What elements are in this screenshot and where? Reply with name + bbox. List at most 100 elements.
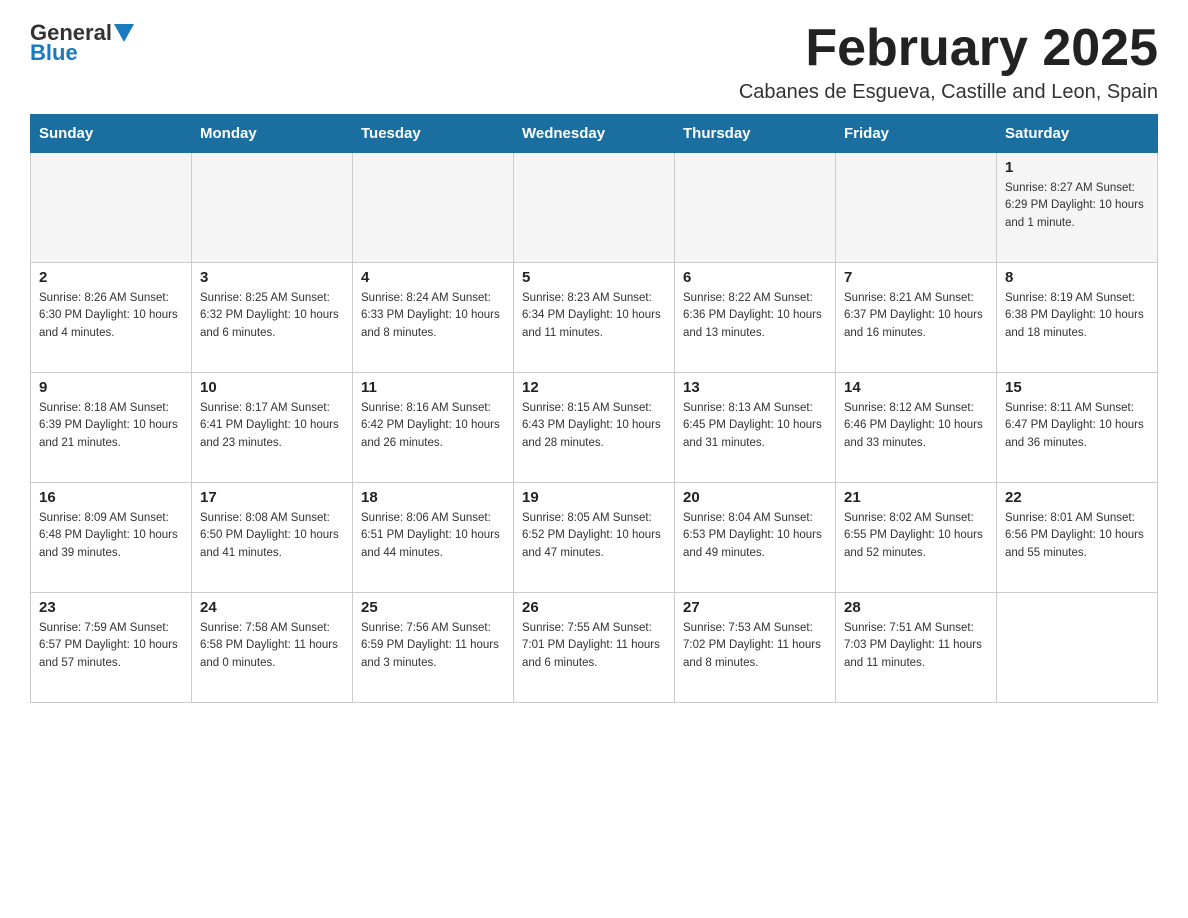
day-cell: 13Sunrise: 8:13 AM Sunset: 6:45 PM Dayli…	[675, 373, 836, 483]
calendar-header-row: Sunday Monday Tuesday Wednesday Thursday…	[31, 115, 1158, 153]
day-info: Sunrise: 8:25 AM Sunset: 6:32 PM Dayligh…	[200, 290, 344, 342]
day-number: 16	[39, 489, 183, 506]
day-info: Sunrise: 8:08 AM Sunset: 6:50 PM Dayligh…	[200, 510, 344, 562]
day-cell: 7 Sunrise: 8:21 AM Sunset: 6:37 PM Daylig…	[836, 263, 997, 373]
day-number: 11	[361, 379, 505, 396]
title-area: February 2025 Cabanes de Esgueva, Castil…	[739, 20, 1158, 104]
day-cell: 26Sunrise: 7:55 AM Sunset: 7:01 PM Dayli…	[514, 593, 675, 703]
week-row-4: 23 Sunrise: 7:59 AM Sunset: 6:57 PM Dayli…	[31, 593, 1158, 703]
day-number: 3	[200, 269, 344, 286]
day-cell: 9 Sunrise: 8:18 AM Sunset: 6:39 PM Daylig…	[31, 373, 192, 483]
col-friday: Friday	[836, 115, 997, 153]
week-row-2: 9 Sunrise: 8:18 AM Sunset: 6:39 PM Daylig…	[31, 373, 1158, 483]
day-cell: 24 Sunrise: 7:58 AM Sunset: 6:58 PM Dayli…	[192, 593, 353, 703]
day-info: Sunrise: 8:04 AM Sunset: 6:53 PM Dayligh…	[683, 510, 827, 562]
day-number: 19	[522, 489, 666, 506]
day-cell: 25 Sunrise: 7:56 AM Sunset: 6:59 PM Dayli…	[353, 593, 514, 703]
day-number: 15	[1005, 379, 1149, 396]
day-number: 14	[844, 379, 988, 396]
day-cell: 21 Sunrise: 8:02 AM Sunset: 6:55 PM Dayli…	[836, 483, 997, 593]
day-cell: 19Sunrise: 8:05 AM Sunset: 6:52 PM Dayli…	[514, 483, 675, 593]
day-number: 8	[1005, 269, 1149, 286]
day-cell: 6 Sunrise: 8:22 AM Sunset: 6:36 PM Daylig…	[675, 263, 836, 373]
location-title: Cabanes de Esgueva, Castille and Leon, S…	[739, 81, 1158, 104]
day-cell: 27 Sunrise: 7:53 AM Sunset: 7:02 PM Dayli…	[675, 593, 836, 703]
week-row-1: 2 Sunrise: 8:26 AM Sunset: 6:30 PM Daylig…	[31, 263, 1158, 373]
day-info: Sunrise: 8:12 AM Sunset: 6:46 PM Dayligh…	[844, 400, 988, 452]
logo-triangle-icon	[114, 24, 134, 44]
day-info: Sunrise: 7:59 AM Sunset: 6:57 PM Dayligh…	[39, 620, 183, 672]
day-cell: 22Sunrise: 8:01 AM Sunset: 6:56 PM Dayli…	[997, 483, 1158, 593]
day-cell: 10 Sunrise: 8:17 AM Sunset: 6:41 PM Dayli…	[192, 373, 353, 483]
day-number: 18	[361, 489, 505, 506]
day-cell	[514, 153, 675, 263]
day-number: 23	[39, 599, 183, 616]
day-cell: 17 Sunrise: 8:08 AM Sunset: 6:50 PM Dayli…	[192, 483, 353, 593]
day-info: Sunrise: 8:18 AM Sunset: 6:39 PM Dayligh…	[39, 400, 183, 452]
day-cell	[997, 593, 1158, 703]
day-cell	[675, 153, 836, 263]
day-number: 28	[844, 599, 988, 616]
day-info: Sunrise: 8:11 AM Sunset: 6:47 PM Dayligh…	[1005, 400, 1149, 452]
col-tuesday: Tuesday	[353, 115, 514, 153]
day-info: Sunrise: 8:09 AM Sunset: 6:48 PM Dayligh…	[39, 510, 183, 562]
day-info: Sunrise: 8:02 AM Sunset: 6:55 PM Dayligh…	[844, 510, 988, 562]
day-cell: 28 Sunrise: 7:51 AM Sunset: 7:03 PM Dayli…	[836, 593, 997, 703]
day-number: 17	[200, 489, 344, 506]
day-info: Sunrise: 8:21 AM Sunset: 6:37 PM Dayligh…	[844, 290, 988, 342]
day-info: Sunrise: 8:24 AM Sunset: 6:33 PM Dayligh…	[361, 290, 505, 342]
day-cell: 2 Sunrise: 8:26 AM Sunset: 6:30 PM Daylig…	[31, 263, 192, 373]
col-wednesday: Wednesday	[514, 115, 675, 153]
day-number: 10	[200, 379, 344, 396]
day-info: Sunrise: 8:26 AM Sunset: 6:30 PM Dayligh…	[39, 290, 183, 342]
day-info: Sunrise: 8:23 AM Sunset: 6:34 PM Dayligh…	[522, 290, 666, 342]
day-number: 25	[361, 599, 505, 616]
day-info: Sunrise: 7:58 AM Sunset: 6:58 PM Dayligh…	[200, 620, 344, 672]
logo-blue-text: Blue	[30, 40, 78, 66]
day-number: 9	[39, 379, 183, 396]
day-number: 2	[39, 269, 183, 286]
day-info: Sunrise: 8:16 AM Sunset: 6:42 PM Dayligh…	[361, 400, 505, 452]
day-number: 24	[200, 599, 344, 616]
day-info: Sunrise: 8:27 AM Sunset: 6:29 PM Dayligh…	[1005, 180, 1149, 232]
col-sunday: Sunday	[31, 115, 192, 153]
day-cell	[353, 153, 514, 263]
day-number: 26	[522, 599, 666, 616]
day-number: 4	[361, 269, 505, 286]
day-info: Sunrise: 8:17 AM Sunset: 6:41 PM Dayligh…	[200, 400, 344, 452]
day-number: 7	[844, 269, 988, 286]
day-info: Sunrise: 7:51 AM Sunset: 7:03 PM Dayligh…	[844, 620, 988, 672]
month-title: February 2025	[739, 20, 1158, 77]
day-info: Sunrise: 8:15 AM Sunset: 6:43 PM Dayligh…	[522, 400, 666, 452]
week-row-3: 16 Sunrise: 8:09 AM Sunset: 6:48 PM Dayli…	[31, 483, 1158, 593]
day-number: 6	[683, 269, 827, 286]
day-cell: 1 Sunrise: 8:27 AM Sunset: 6:29 PM Daylig…	[997, 153, 1158, 263]
day-cell	[31, 153, 192, 263]
day-number: 22	[1005, 489, 1149, 506]
logo: General Blue	[30, 20, 134, 66]
day-number: 21	[844, 489, 988, 506]
day-info: Sunrise: 7:53 AM Sunset: 7:02 PM Dayligh…	[683, 620, 827, 672]
day-info: Sunrise: 8:22 AM Sunset: 6:36 PM Dayligh…	[683, 290, 827, 342]
day-cell: 11 Sunrise: 8:16 AM Sunset: 6:42 PM Dayli…	[353, 373, 514, 483]
day-cell: 5Sunrise: 8:23 AM Sunset: 6:34 PM Daylig…	[514, 263, 675, 373]
day-cell: 4 Sunrise: 8:24 AM Sunset: 6:33 PM Daylig…	[353, 263, 514, 373]
col-thursday: Thursday	[675, 115, 836, 153]
col-saturday: Saturday	[997, 115, 1158, 153]
day-cell	[836, 153, 997, 263]
day-info: Sunrise: 7:56 AM Sunset: 6:59 PM Dayligh…	[361, 620, 505, 672]
day-cell: 12Sunrise: 8:15 AM Sunset: 6:43 PM Dayli…	[514, 373, 675, 483]
day-cell: 8 Sunrise: 8:19 AM Sunset: 6:38 PM Daylig…	[997, 263, 1158, 373]
col-monday: Monday	[192, 115, 353, 153]
day-info: Sunrise: 8:19 AM Sunset: 6:38 PM Dayligh…	[1005, 290, 1149, 342]
day-cell: 14 Sunrise: 8:12 AM Sunset: 6:46 PM Dayli…	[836, 373, 997, 483]
day-number: 27	[683, 599, 827, 616]
day-number: 1	[1005, 159, 1149, 176]
day-cell: 16 Sunrise: 8:09 AM Sunset: 6:48 PM Dayli…	[31, 483, 192, 593]
day-number: 13	[683, 379, 827, 396]
day-cell: 23 Sunrise: 7:59 AM Sunset: 6:57 PM Dayli…	[31, 593, 192, 703]
week-row-0: 1 Sunrise: 8:27 AM Sunset: 6:29 PM Daylig…	[31, 153, 1158, 263]
day-cell: 20Sunrise: 8:04 AM Sunset: 6:53 PM Dayli…	[675, 483, 836, 593]
calendar: Sunday Monday Tuesday Wednesday Thursday…	[30, 114, 1158, 703]
header: General Blue February 2025 Cabanes de Es…	[30, 20, 1158, 104]
